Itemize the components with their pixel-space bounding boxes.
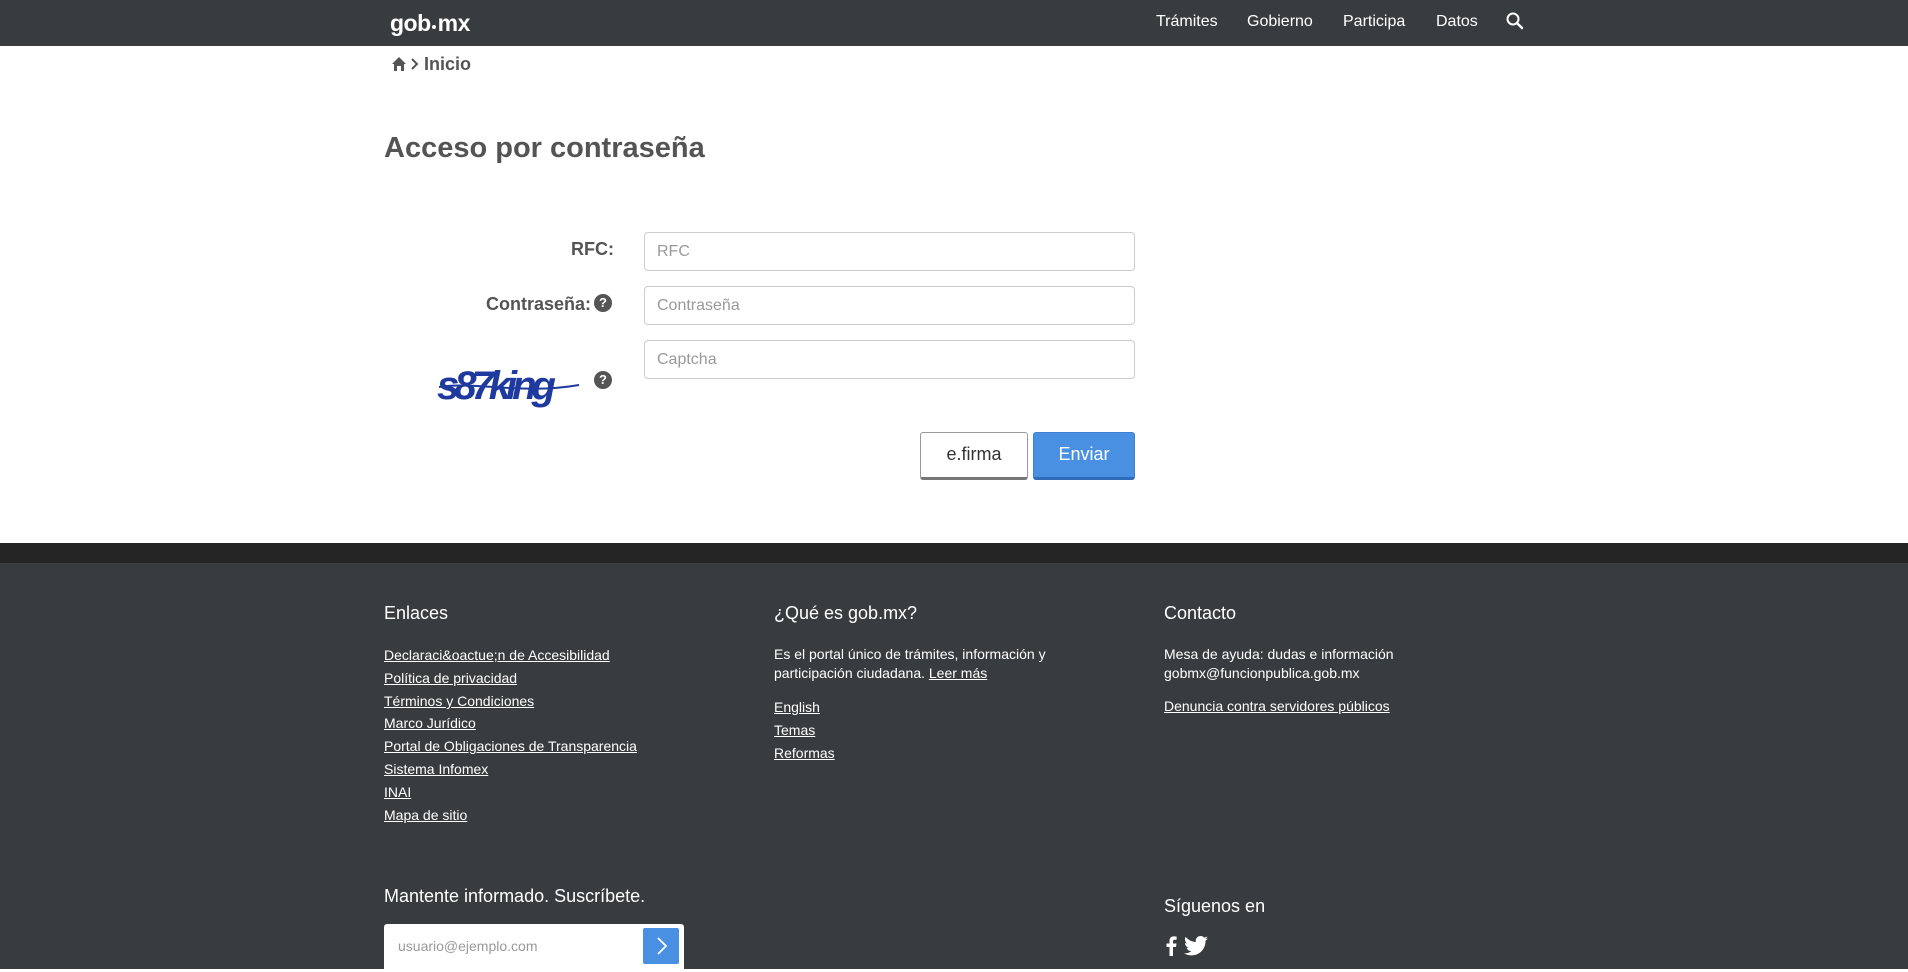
facebook-icon[interactable] [1166, 936, 1177, 956]
nav-datos[interactable]: Datos [1436, 13, 1478, 31]
rfc-input[interactable] [644, 232, 1135, 271]
efirma-button[interactable]: e.firma [920, 432, 1028, 480]
footer-link-mapa-sitio[interactable]: Mapa de sitio [384, 807, 467, 823]
rfc-label: RFC: [571, 239, 614, 259]
contact-line-1: Mesa de ayuda: dudas e información [1164, 646, 1394, 662]
footer-about-text: Es el portal único de trámites, informac… [774, 645, 1074, 683]
footer-link-privacidad[interactable]: Política de privacidad [384, 670, 517, 686]
breadcrumb-current: Inicio [424, 53, 472, 74]
password-input[interactable] [644, 286, 1135, 325]
logo-suffix: mx [437, 10, 471, 36]
subscribe-heading: Mantente informado. Suscríbete. [384, 886, 646, 906]
footer-divider [0, 543, 1908, 563]
chevron-right-icon [657, 937, 668, 955]
footer-link-denuncia[interactable]: Denuncia contra servidores públicos [1164, 698, 1390, 714]
logo-dot [431, 25, 436, 29]
page-title: Acceso por contraseña [384, 132, 705, 164]
follow-heading: Síguenos en [1164, 896, 1266, 916]
footer-link-temas[interactable]: Temas [774, 722, 815, 738]
chevron-right-icon [411, 58, 419, 70]
footer-link-reformas[interactable]: Reformas [774, 745, 835, 761]
footer-link-english[interactable]: English [774, 699, 820, 715]
search-icon[interactable] [1505, 11, 1525, 31]
footer-contact-heading: Contacto [1164, 603, 1237, 623]
footer-about-heading: ¿Qué es gob.mx? [774, 603, 918, 623]
footer: Enlaces Declaraci&oactue;n de Accesibili… [0, 563, 1908, 969]
nav-participa[interactable]: Participa [1343, 13, 1405, 31]
subscribe-email-input[interactable] [396, 924, 640, 968]
footer-link-accesibilidad[interactable]: Declaraci&oactue;n de Accesibilidad [384, 647, 610, 663]
nav-tramites[interactable]: Trámites [1156, 13, 1218, 31]
gobmx-logo[interactable]: gob mx [390, 10, 470, 37]
twitter-icon[interactable] [1184, 936, 1208, 956]
password-help-icon[interactable]: ? [594, 294, 612, 312]
footer-link-marco-juridico[interactable]: Marco Jurídico [384, 715, 476, 731]
footer-links-heading: Enlaces [384, 603, 449, 623]
captcha-help-icon[interactable]: ? [594, 371, 612, 389]
subscribe-form [384, 924, 684, 972]
about-text: Es el portal único de trámites, informac… [774, 646, 1046, 681]
about-read-more-link[interactable]: Leer más [929, 665, 987, 681]
top-navbar: gob mx Trámites Gobierno Participa Datos [0, 0, 1908, 46]
footer-link-terminos[interactable]: Términos y Condiciones [384, 693, 534, 709]
footer-link-transparencia[interactable]: Portal de Obligaciones de Transparencia [384, 738, 637, 754]
subscribe-button[interactable] [643, 928, 679, 964]
password-label: Contraseña: [485, 294, 591, 314]
captcha-input[interactable] [644, 340, 1135, 379]
logo-text: gob [390, 10, 431, 36]
footer-link-infomex[interactable]: Sistema Infomex [384, 761, 488, 777]
home-icon[interactable] [391, 56, 407, 72]
submit-button[interactable]: Enviar [1033, 432, 1135, 480]
nav-gobierno[interactable]: Gobierno [1247, 13, 1313, 31]
captcha-image: s87king [437, 364, 580, 408]
footer-link-inai[interactable]: INAI [384, 784, 411, 800]
breadcrumb: Inicio [391, 53, 471, 75]
contact-email: gobmx@funcionpublica.gob.mx [1164, 665, 1360, 681]
